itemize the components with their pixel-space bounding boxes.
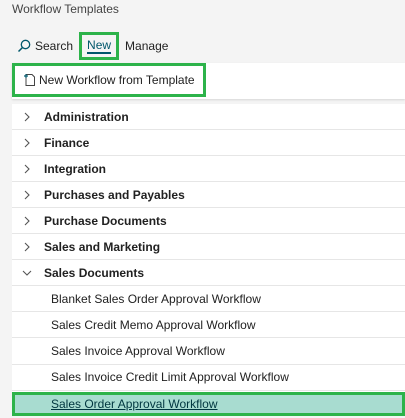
tree-group-purchase-documents[interactable]: Purchase Documents: [12, 208, 405, 234]
tree-group-administration[interactable]: Administration: [12, 104, 405, 130]
chevron-right-icon[interactable]: [21, 163, 33, 175]
tree-group-label: Sales Documents: [44, 265, 145, 280]
new-label: New: [87, 38, 112, 54]
tree-group-label: Administration: [44, 109, 129, 124]
tree-item-label: Sales Invoice Credit Limit Approval Work…: [51, 370, 289, 385]
tree-group-label: Purchases and Payables: [44, 187, 185, 202]
tree-item-label: Blanket Sales Order Approval Workflow: [51, 291, 261, 306]
tree-item-sales-credit-memo-approval[interactable]: Sales Credit Memo Approval Workflow: [12, 312, 405, 339]
tree-group-label: Finance: [44, 135, 90, 150]
tree-item-sales-order-approval[interactable]: Sales Order Approval Workflow: [12, 391, 405, 416]
tree-group-finance[interactable]: Finance: [12, 130, 405, 156]
tree-group-label: Sales and Marketing: [44, 239, 161, 254]
page-title: Workflow Templates: [12, 2, 119, 16]
chevron-right-icon[interactable]: [21, 241, 33, 253]
tree-item-sales-invoice-credit-limit-approval[interactable]: Sales Invoice Credit Limit Approval Work…: [12, 365, 405, 391]
tree-item-label: Sales Credit Memo Approval Workflow: [51, 317, 256, 332]
tree-group-purchases-and-payables[interactable]: Purchases and Payables: [12, 182, 405, 208]
tree-group-sales-documents[interactable]: Sales Documents: [12, 260, 405, 286]
action-bar: Search New Manage: [12, 32, 168, 60]
tree-item-blanket-sales-order-approval[interactable]: Blanket Sales Order Approval Workflow: [12, 286, 405, 313]
search-action[interactable]: Search: [12, 33, 73, 59]
tree-item-label: Sales Order Approval Workflow: [51, 396, 218, 411]
chevron-right-icon[interactable]: [21, 215, 33, 227]
chevron-right-icon[interactable]: [21, 189, 33, 201]
search-label: Search: [35, 39, 74, 53]
workflow-template-tree: Administration Finance Integration Purch…: [12, 104, 405, 416]
tree-item-sales-invoice-approval[interactable]: Sales Invoice Approval Workflow: [12, 338, 405, 365]
chevron-right-icon[interactable]: [21, 137, 33, 149]
new-tab[interactable]: New: [79, 32, 120, 60]
tree-group-integration[interactable]: Integration: [12, 156, 405, 182]
search-icon: [17, 39, 31, 53]
template-button-label: New Workflow from Template: [39, 73, 195, 87]
manage-label: Manage: [125, 39, 169, 53]
tree-item-label: Sales Invoice Approval Workflow: [51, 343, 225, 358]
new-actions-panel: New Workflow from Template: [12, 63, 405, 99]
tree-group-label: Purchase Documents: [44, 213, 167, 228]
tree-group-sales-and-marketing[interactable]: Sales and Marketing: [12, 234, 405, 260]
chevron-right-icon[interactable]: [21, 111, 33, 123]
new-document-icon: [24, 74, 35, 86]
chevron-down-icon[interactable]: [21, 267, 33, 279]
manage-tab[interactable]: Manage: [125, 33, 168, 59]
new-workflow-from-template-button[interactable]: New Workflow from Template: [12, 63, 206, 97]
tree-group-label: Integration: [44, 161, 106, 176]
